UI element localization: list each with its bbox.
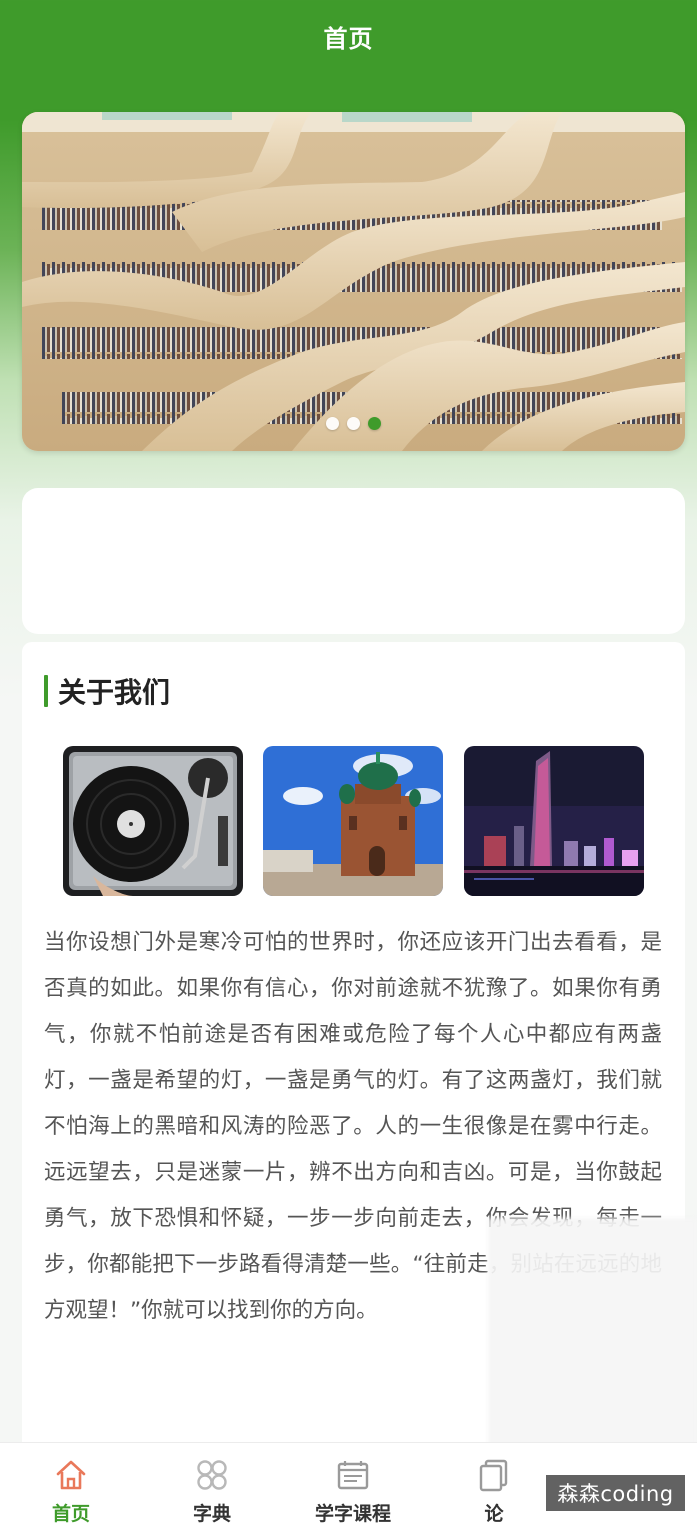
carousel-indicator[interactable] <box>326 417 381 430</box>
page-title: 首页 <box>323 24 374 53</box>
tab-forum-label: 论 <box>484 1503 504 1525</box>
section-header: 关于我们 <box>44 672 170 710</box>
tab-course-label: 学字课程 <box>314 1503 391 1525</box>
about-photo-strip <box>63 746 644 896</box>
carousel-dot[interactable] <box>326 417 339 430</box>
city-night-photo[interactable] <box>464 746 644 896</box>
library-banner-image <box>22 112 685 451</box>
tab-forum[interactable]: 论 <box>444 1455 544 1526</box>
turntable-photo[interactable] <box>63 746 243 896</box>
banner-carousel[interactable] <box>22 112 685 451</box>
home-icon <box>51 1455 91 1495</box>
course-icon <box>333 1455 373 1495</box>
title-accent-bar <box>44 675 48 707</box>
about-title: 关于我们 <box>58 676 171 709</box>
tab-course[interactable]: 学字课程 <box>303 1455 403 1526</box>
dictionary-icon <box>192 1455 232 1495</box>
tab-dictionary[interactable]: 字典 <box>162 1455 262 1526</box>
tab-home[interactable]: 首页 <box>21 1455 121 1526</box>
notice-card <box>22 488 685 634</box>
tab-home-label: 首页 <box>51 1503 90 1525</box>
carousel-dot-active[interactable] <box>368 417 381 430</box>
cathedral-photo[interactable] <box>263 746 443 896</box>
carousel-dot[interactable] <box>347 417 360 430</box>
watermark-label: 森森coding <box>546 1475 685 1511</box>
forum-icon <box>474 1455 514 1495</box>
tab-dictionary-label: 字典 <box>192 1503 231 1525</box>
